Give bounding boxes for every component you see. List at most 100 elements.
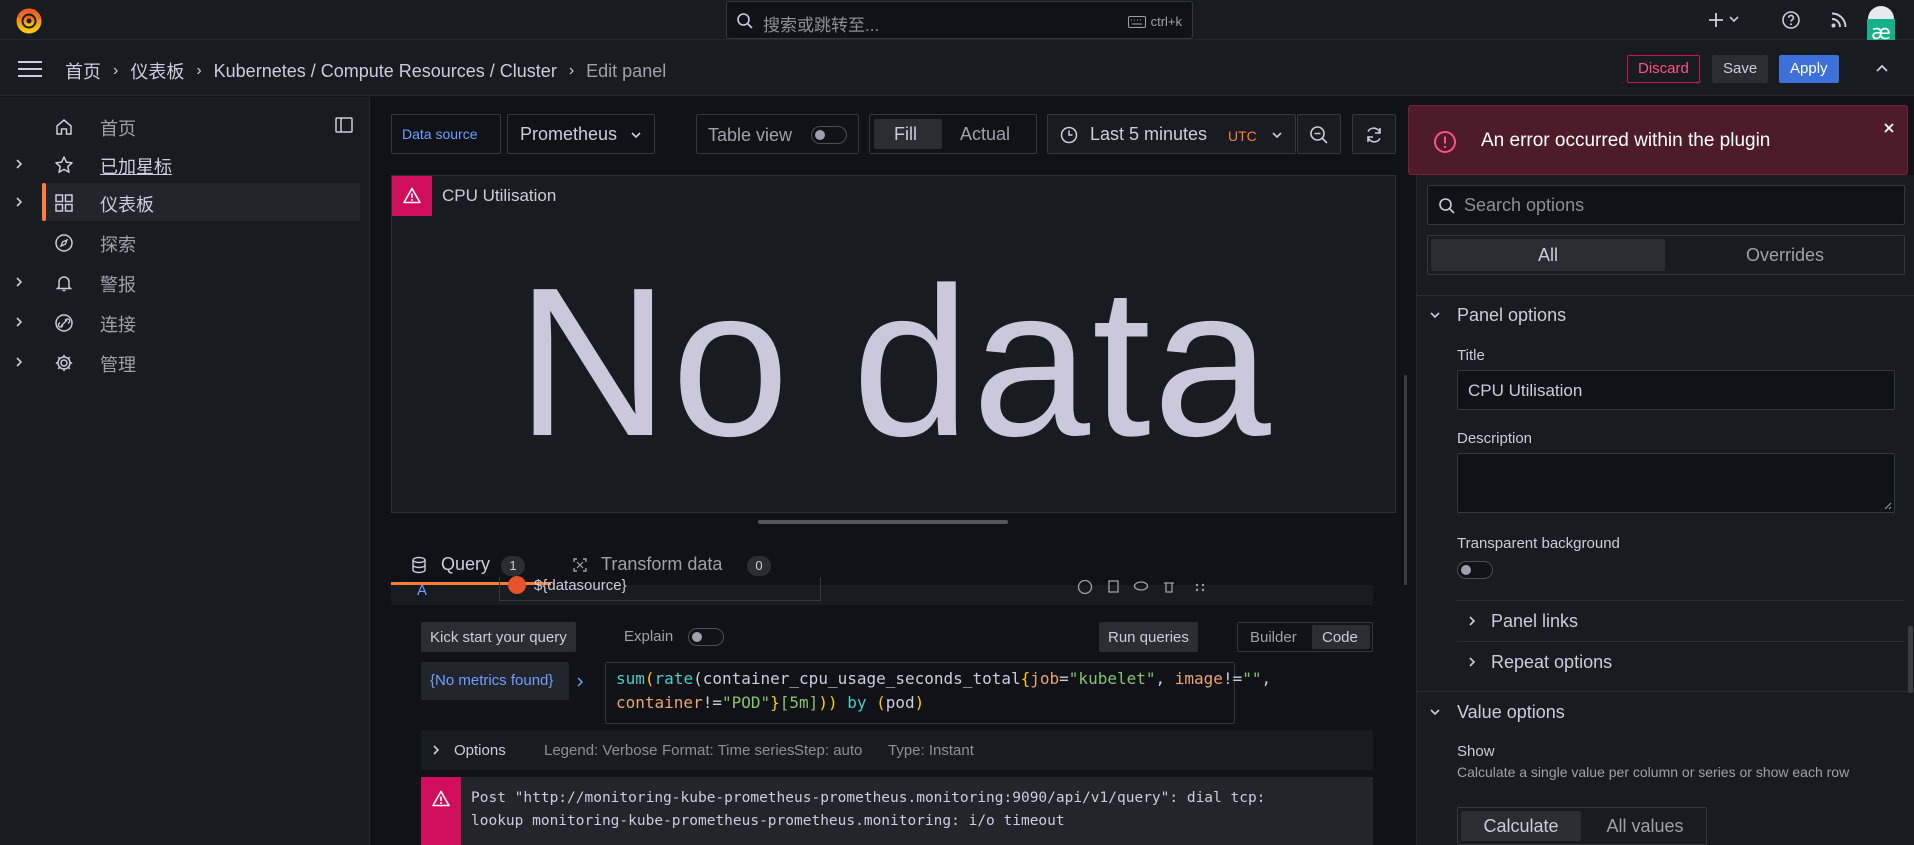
builder-option[interactable]: Builder xyxy=(1250,629,1297,646)
divider xyxy=(1417,295,1914,296)
error-circle-icon xyxy=(1433,130,1457,154)
code-token: [5m] xyxy=(779,693,819,712)
code-token: job xyxy=(1030,669,1060,688)
grafana-logo-icon[interactable] xyxy=(14,6,44,36)
breadcrumb-dashboard[interactable]: Kubernetes / Compute Resources / Cluster xyxy=(214,61,557,82)
chevron-right-icon[interactable] xyxy=(12,355,26,369)
close-icon[interactable] xyxy=(1883,122,1895,134)
sidebar-item-administration[interactable]: 管理 xyxy=(0,343,360,381)
datasource-value: Prometheus xyxy=(520,124,618,144)
show-field-description: Calculate a single value per column or s… xyxy=(1457,764,1850,780)
chevron-right-icon[interactable] xyxy=(12,157,26,171)
query-ref-id[interactable]: A xyxy=(417,582,427,599)
tab-overrides[interactable]: Overrides xyxy=(1668,239,1902,271)
query-datasource-picker[interactable]: ${datasource} xyxy=(499,576,821,601)
kick-start-button[interactable]: Kick start your query xyxy=(421,622,576,652)
options-search-input[interactable]: Search options xyxy=(1427,185,1905,225)
breadcrumb-home[interactable]: 首页 xyxy=(65,58,101,84)
code-token: "kubelet" xyxy=(1068,669,1156,688)
error-line: lookup monitoring-kube-prometheus-promet… xyxy=(471,813,1065,829)
code-option-label: Code xyxy=(1322,629,1358,646)
query-options-row[interactable]: Options Legend: Verbose Format: Time ser… xyxy=(421,730,1373,770)
menu-icon[interactable] xyxy=(17,60,43,78)
chevron-right-icon[interactable] xyxy=(12,195,26,209)
options-scrollbar[interactable] xyxy=(1908,626,1913,693)
zoom-out-button[interactable] xyxy=(1297,114,1341,154)
sidebar-item-label: 仪表板 xyxy=(100,195,154,215)
sidebar-item-dashboards[interactable]: 仪表板 xyxy=(42,183,360,221)
apply-button[interactable]: Apply xyxy=(1779,55,1839,83)
drag-handle-icon[interactable] xyxy=(1193,579,1207,595)
datasource-label: Data source xyxy=(402,126,478,142)
help-icon[interactable] xyxy=(1077,579,1093,595)
chevron-down-icon[interactable] xyxy=(1429,706,1441,718)
code-token: )) xyxy=(818,693,838,712)
datasource-picker[interactable]: Prometheus xyxy=(507,114,655,154)
breadcrumb-dashboards[interactable]: 仪表板 xyxy=(130,58,184,84)
table-view-toggle[interactable]: Table view xyxy=(696,114,859,154)
run-queries-button[interactable]: Run queries xyxy=(1099,622,1198,652)
show-mode-toggle: Calculate All values xyxy=(1457,807,1707,845)
sidebar-item-home[interactable]: 首页 xyxy=(0,107,360,145)
repeat-options-section[interactable]: Repeat options xyxy=(1457,642,1905,682)
chevron-down-icon[interactable] xyxy=(1728,13,1740,25)
sidebar-item-label: 管理 xyxy=(100,355,136,375)
options-tabs: All Overrides xyxy=(1427,235,1905,275)
chevron-down-icon[interactable] xyxy=(1429,309,1441,321)
tab-transform-label: Transform data xyxy=(601,554,723,574)
rss-icon[interactable] xyxy=(1829,10,1849,30)
plus-icon[interactable] xyxy=(1706,10,1726,30)
transparent-bg-switch[interactable] xyxy=(1457,561,1493,579)
trash-icon[interactable] xyxy=(1161,579,1177,595)
breadcrumb-separator: › xyxy=(568,62,575,79)
tab-all[interactable]: All xyxy=(1431,239,1665,271)
refresh-button[interactable] xyxy=(1352,114,1396,154)
table-view-switch[interactable] xyxy=(811,126,847,144)
discard-button[interactable]: Discard xyxy=(1627,55,1700,83)
sidebar-item-label: 已加星标 xyxy=(100,157,172,177)
query-error-alert: Post "http://monitoring-kube-prometheus-… xyxy=(421,777,1373,845)
error-line: Post "http://monitoring-kube-prometheus-… xyxy=(471,790,1266,806)
actual-button[interactable]: Actual xyxy=(960,124,1010,145)
step-info: Step: auto xyxy=(794,742,863,759)
chevron-up-icon[interactable] xyxy=(1874,60,1890,76)
code-option[interactable]: Code xyxy=(1312,625,1370,649)
chevron-right-icon[interactable] xyxy=(12,315,26,329)
sidebar-item-connections[interactable]: 连接 xyxy=(0,303,360,341)
calculate-option[interactable]: Calculate xyxy=(1461,811,1581,841)
query-code-editor[interactable]: sum(rate(container_cpu_usage_seconds_tot… xyxy=(605,662,1271,724)
sidebar-item-starred[interactable]: 已加星标 xyxy=(0,145,360,183)
chevron-right-icon[interactable] xyxy=(12,275,26,289)
value-options-header[interactable]: Value options xyxy=(1457,702,1565,723)
description-textarea[interactable] xyxy=(1457,453,1895,513)
panel-options-header[interactable]: Panel options xyxy=(1457,305,1566,326)
help-icon[interactable] xyxy=(1781,10,1801,30)
database-icon xyxy=(411,556,427,574)
fill-button[interactable]: Fill xyxy=(874,119,942,149)
alert-stripe xyxy=(421,777,461,845)
all-values-option[interactable]: All values xyxy=(1586,811,1704,841)
avatar[interactable]: æ xyxy=(1866,5,1896,45)
panel-resize-handle[interactable] xyxy=(758,520,1008,524)
title-input[interactable]: CPU Utilisation xyxy=(1457,370,1895,410)
sidebar-item-explore[interactable]: 探索 xyxy=(0,223,360,261)
panel-error-indicator[interactable] xyxy=(392,176,432,216)
sidebar-item-label: 探索 xyxy=(100,235,136,255)
panel-links-section[interactable]: Panel links xyxy=(1457,601,1905,641)
metrics-browser-button[interactable]: {No metrics found} xyxy=(421,662,569,700)
error-toast-message: An error occurred within the plugin xyxy=(1481,130,1771,151)
eye-icon[interactable] xyxy=(1133,579,1149,595)
sidebar-item-alerting[interactable]: 警报 xyxy=(0,263,360,301)
save-button[interactable]: Save xyxy=(1712,55,1769,83)
duplicate-icon[interactable] xyxy=(1105,579,1121,595)
code-token: sum xyxy=(616,669,645,688)
options-pane: Search options All Overrides Panel optio… xyxy=(1416,175,1914,845)
warning-icon xyxy=(403,187,421,204)
clock-icon xyxy=(1060,126,1078,144)
panel-preview: CPU Utilisation No data xyxy=(391,175,1396,513)
explain-switch[interactable] xyxy=(688,628,724,646)
time-range-picker[interactable]: Last 5 minutes UTC xyxy=(1047,114,1296,154)
shortcut-label: ctrl+k xyxy=(1150,14,1182,29)
search-input[interactable]: 搜索或跳转至... ctrl+k xyxy=(726,1,1193,39)
code-token: container xyxy=(616,693,703,712)
